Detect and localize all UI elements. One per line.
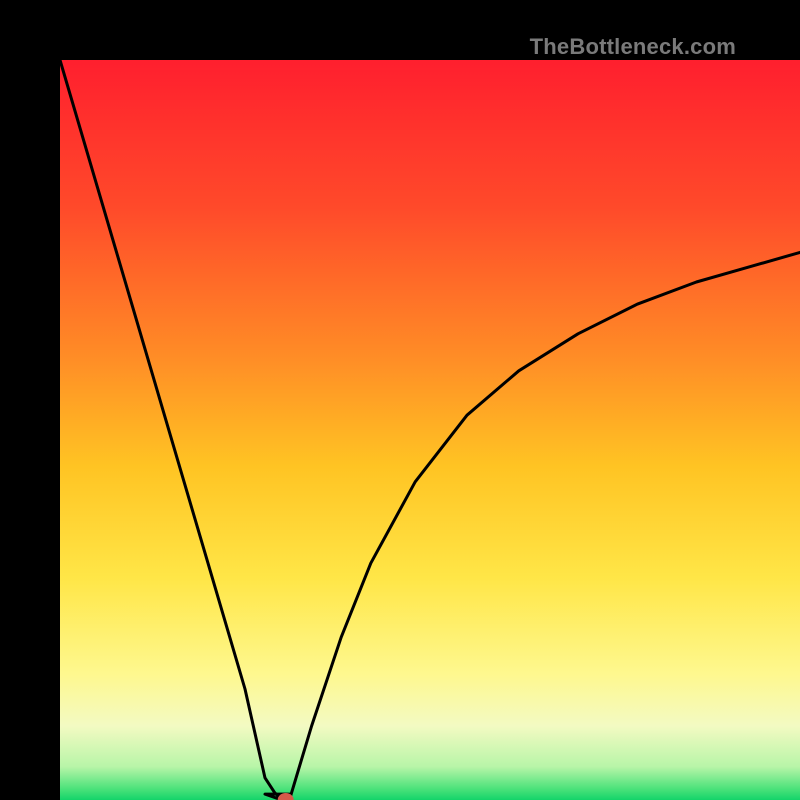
chart-frame: TheBottleneck.com (0, 0, 800, 800)
gradient-background (60, 60, 800, 800)
watermark-text: TheBottleneck.com (530, 34, 736, 60)
plot-area (60, 60, 800, 800)
chart-svg (60, 60, 800, 800)
